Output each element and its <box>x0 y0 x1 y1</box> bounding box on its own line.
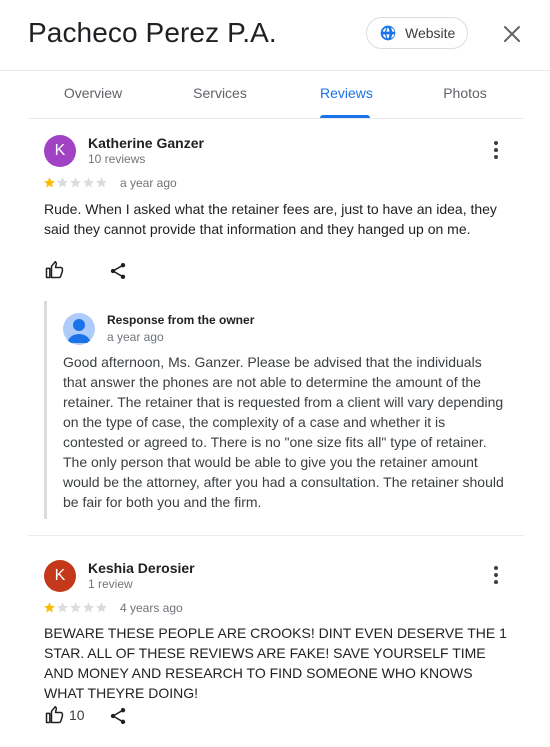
tab-overview[interactable]: Overview <box>28 70 158 118</box>
like-count: 10 <box>69 707 85 723</box>
reviewer-review-count: 10 reviews <box>88 152 146 166</box>
like-button[interactable]: 10 <box>44 705 85 725</box>
star-empty-icon <box>70 602 81 613</box>
more-vert-icon <box>494 141 498 159</box>
thumb-up-icon <box>45 705 64 724</box>
tab-services[interactable]: Services <box>156 70 284 118</box>
star-filled-icon <box>44 177 55 188</box>
owner-response-title: Response from the owner <box>107 313 255 327</box>
reviewer-review-count: 1 review <box>88 577 133 591</box>
review-text: BEWARE THESE PEOPLE ARE CROOKS! DINT EVE… <box>44 625 507 701</box>
star-empty-icon <box>96 177 107 188</box>
review-date: 4 years ago <box>120 601 183 615</box>
more-options-button[interactable] <box>486 566 506 590</box>
review-date: a year ago <box>120 176 177 190</box>
place-header: Pacheco Perez P.A. Website <box>0 0 550 71</box>
share-button[interactable] <box>108 706 128 726</box>
like-button[interactable] <box>44 260 69 280</box>
star-rating <box>43 176 108 189</box>
close-button[interactable] <box>500 22 524 46</box>
reviewer-avatar[interactable]: K <box>44 135 76 167</box>
more-vert-icon <box>494 566 498 584</box>
owner-response-date: a year ago <box>107 330 164 344</box>
share-button[interactable] <box>108 261 128 281</box>
share-icon <box>110 263 126 279</box>
star-filled-icon <box>44 602 55 613</box>
review-item: K Keshia Derosier 1 review 4 years ago B… <box>28 536 524 747</box>
website-label: Website <box>405 25 456 41</box>
more-options-button[interactable] <box>486 141 506 165</box>
owner-response-text: Good afternoon, Ms. Ganzer. Please be ad… <box>63 354 504 510</box>
star-empty-icon <box>57 177 68 188</box>
star-empty-icon <box>96 602 107 613</box>
star-empty-icon <box>57 602 68 613</box>
owner-avatar <box>63 313 95 345</box>
reviewer-name[interactable]: Keshia Derosier <box>88 560 195 576</box>
share-icon <box>110 708 126 724</box>
star-empty-icon <box>70 177 81 188</box>
place-title: Pacheco Perez P.A. <box>28 17 277 48</box>
website-button[interactable]: Website <box>366 17 468 49</box>
tab-reviews[interactable]: Reviews <box>320 70 373 118</box>
globe-icon <box>380 25 396 41</box>
star-empty-icon <box>83 177 94 188</box>
reviewer-name[interactable]: Katherine Ganzer <box>88 135 204 151</box>
review-item: K Katherine Ganzer 10 reviews a year ago… <box>28 119 524 535</box>
thumb-up-icon <box>45 260 64 279</box>
star-empty-icon <box>83 602 94 613</box>
tab-bar: Overview Services Reviews Photos <box>28 70 524 119</box>
review-text: Rude. When I asked what the retainer fee… <box>44 201 497 237</box>
tab-photos[interactable]: Photos <box>436 70 494 118</box>
reviewer-avatar[interactable]: K <box>44 560 76 592</box>
star-rating <box>43 601 108 614</box>
owner-response: Response from the owner a year ago Good … <box>44 301 522 519</box>
close-icon <box>504 26 520 42</box>
person-icon <box>67 319 91 343</box>
